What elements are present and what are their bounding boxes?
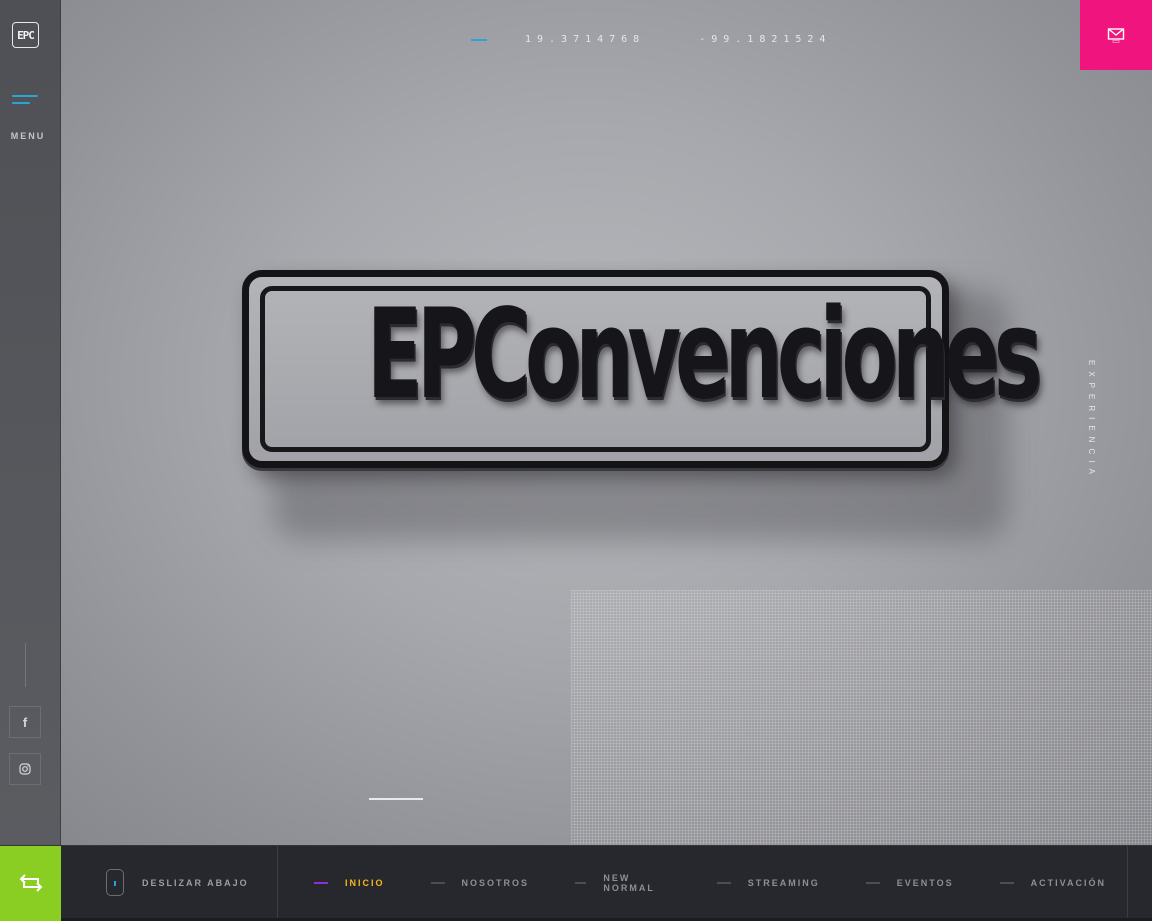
nav-item-new-normal[interactable]: NEW NORMAL [575,873,671,893]
facebook-icon[interactable]: f [9,706,41,738]
left-sidebar: EPC MENU f [0,0,61,845]
epc-logo[interactable]: EPC [12,22,39,48]
scroll-down-label: DESLIZAR ABAJO [142,877,249,888]
hero-underline [369,798,423,800]
mouse-icon [106,869,124,896]
bottom-bar: DESLIZAR ABAJO INICIO NOSOTROS NEW NORMA… [0,845,1152,921]
coordinates: 19.3714768 -99.1821524 [471,34,831,45]
nav-item-inicio[interactable]: INICIO [314,878,385,888]
mail-button[interactable] [1080,0,1152,70]
experiencia-label: EXPERIENCIA [1087,360,1096,480]
nav-label: EVENTOS [896,877,954,888]
hamburger-menu-icon[interactable] [12,95,40,109]
toggle-button[interactable] [0,846,61,919]
instagram-icon[interactable] [9,753,41,785]
nav-label: NOSOTROS [461,877,530,888]
nav-label: STREAMING [747,877,820,888]
coordinates-dash [471,38,487,41]
nav-item-nosotros[interactable]: NOSOTROS [430,877,530,888]
sidebar-divider [25,643,26,687]
mail-icon [1107,28,1125,43]
nav-item-eventos[interactable]: EVENTOS [865,877,954,888]
grid-texture [571,590,1152,845]
brand-sign: EPConvenciones [242,270,1043,468]
repeat-icon [19,873,42,892]
brand-sign-text: EPConvenciones [366,283,1043,427]
longitude: -99.1821524 [699,34,832,45]
nav-item-streaming[interactable]: STREAMING [716,877,820,888]
page: EPC MENU f 19.3714768 -99.1821524 EPConv… [0,0,1152,921]
hero-section: 19.3714768 -99.1821524 EPConvenciones EX… [61,0,1152,845]
nav-label: ACTIVACIÓN [1030,877,1106,888]
nav-label: NEW NORMAL [603,872,655,893]
footer-separator [1127,846,1128,919]
footer-nav: INICIO NOSOTROS NEW NORMAL STREAMING EVE… [314,846,1152,919]
scroll-down[interactable]: DESLIZAR ABAJO [61,846,278,919]
nav-label: INICIO [345,877,385,888]
latitude: 19.3714768 [525,34,646,45]
menu-label[interactable]: MENU [0,131,56,141]
nav-item-activacion[interactable]: ACTIVACIÓN [999,877,1106,888]
